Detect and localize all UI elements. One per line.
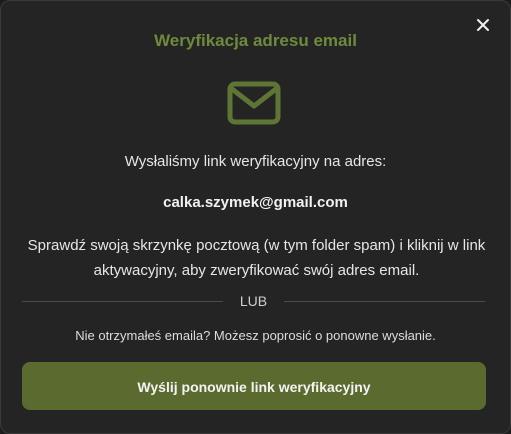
divider-line-right <box>284 301 485 302</box>
instructions-text: Sprawdź swoją skrzynkę pocztową (w tym f… <box>27 237 486 279</box>
intro-text: Wysłaliśmy link weryfikacyjny na adres: <box>124 153 387 170</box>
email-verification-modal: Weryfikacja adresu email Wysłaliśmy link… <box>0 0 511 434</box>
mail-icon <box>227 81 281 125</box>
or-divider: LUB <box>22 293 485 311</box>
resend-note: Nie otrzymałeś emaila? Możesz poprosić o… <box>75 328 436 343</box>
modal-title: Weryfikacja adresu email <box>154 31 357 50</box>
resend-verification-button[interactable]: Wyślij ponownie link weryfikacyjny <box>22 362 486 410</box>
email-address: calka.szymek@gmail.com <box>163 194 348 211</box>
